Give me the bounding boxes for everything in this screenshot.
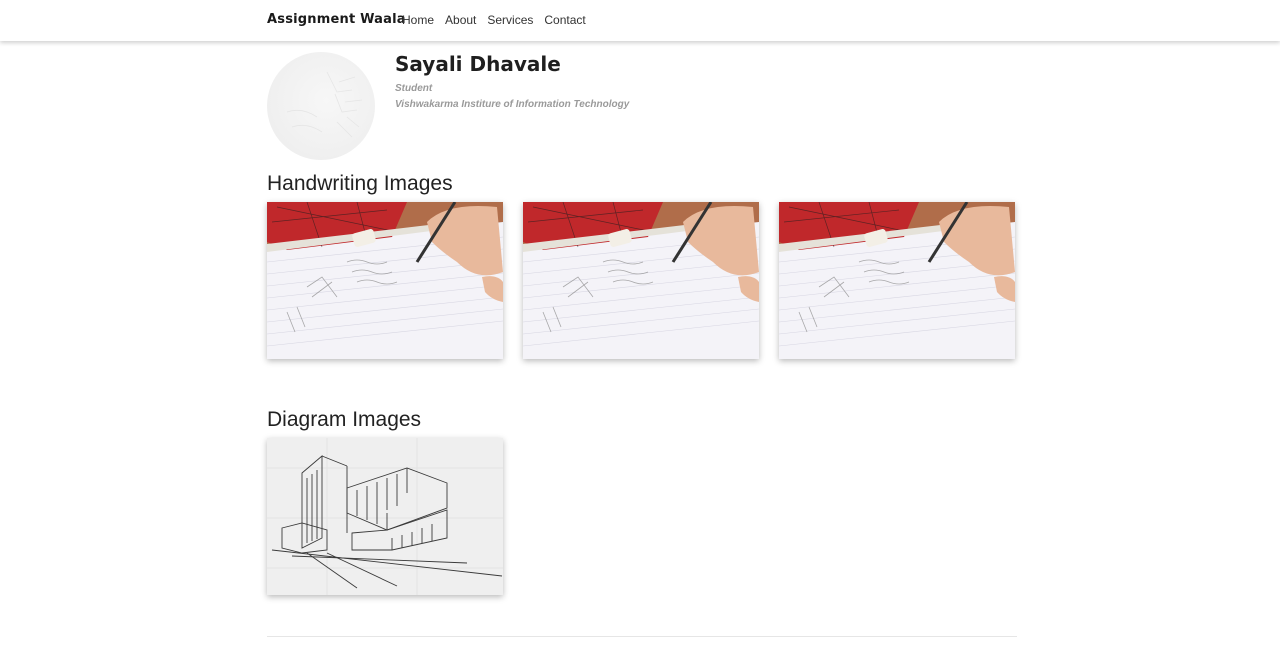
profile-institute: Vishwakarma Institure of Information Tec…: [395, 99, 630, 110]
nav-link-about[interactable]: About: [445, 13, 476, 27]
navbar: Assignment Waala Home About Services Con…: [0, 0, 1280, 41]
nav-link-contact[interactable]: Contact: [544, 13, 585, 27]
diagram-image-1[interactable]: [267, 438, 503, 595]
brand-logo[interactable]: Assignment Waala: [267, 12, 406, 27]
nav-links: Home About Services Contact: [402, 13, 586, 27]
handwriting-image-2[interactable]: [523, 202, 759, 359]
nav-link-home[interactable]: Home: [402, 13, 434, 27]
footer-divider: [267, 636, 1017, 637]
handwriting-images-title: Handwriting Images: [267, 172, 453, 195]
profile-section: Sayali Dhavale Student Vishwakarma Insti…: [267, 52, 1017, 162]
profile-name: Sayali Dhavale: [395, 52, 561, 76]
nav-link-services[interactable]: Services: [487, 13, 533, 27]
handwriting-image-3[interactable]: [779, 202, 1015, 359]
avatar: [267, 52, 375, 160]
profile-role: Student: [395, 83, 433, 94]
diagram-images-title: Diagram Images: [267, 408, 422, 431]
handwriting-image-1[interactable]: [267, 202, 503, 359]
